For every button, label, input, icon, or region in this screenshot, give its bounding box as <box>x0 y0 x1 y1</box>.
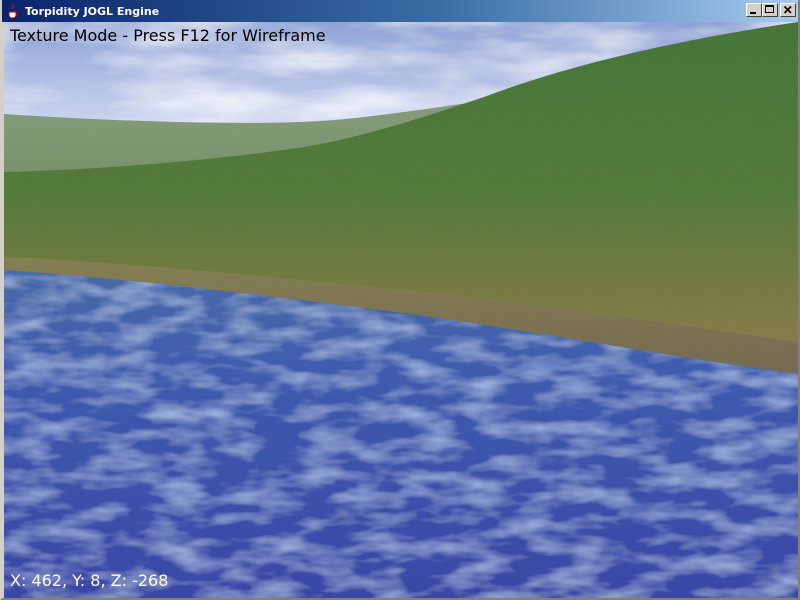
window-controls <box>746 3 796 17</box>
coordinates-readout: X: 462, Y: 8, Z: -268 <box>10 571 169 590</box>
java-cup-icon <box>5 3 21 19</box>
maximize-button[interactable] <box>762 3 778 17</box>
application-window: Torpidity JOGL Engine Texture Mode - Pre… <box>0 0 800 600</box>
render-viewport[interactable]: Texture Mode - Press F12 for Wireframe X… <box>4 22 798 598</box>
render-mode-text: Texture Mode - Press F12 for Wireframe <box>10 26 326 45</box>
close-button[interactable] <box>780 3 796 17</box>
close-icon <box>783 5 792 14</box>
maximize-icon <box>765 5 774 13</box>
minimize-button[interactable] <box>746 3 762 17</box>
title-bar[interactable]: Torpidity JOGL Engine <box>2 0 798 22</box>
minimize-icon <box>750 12 756 14</box>
window-title: Torpidity JOGL Engine <box>25 4 160 18</box>
terrain-scene <box>4 22 798 598</box>
